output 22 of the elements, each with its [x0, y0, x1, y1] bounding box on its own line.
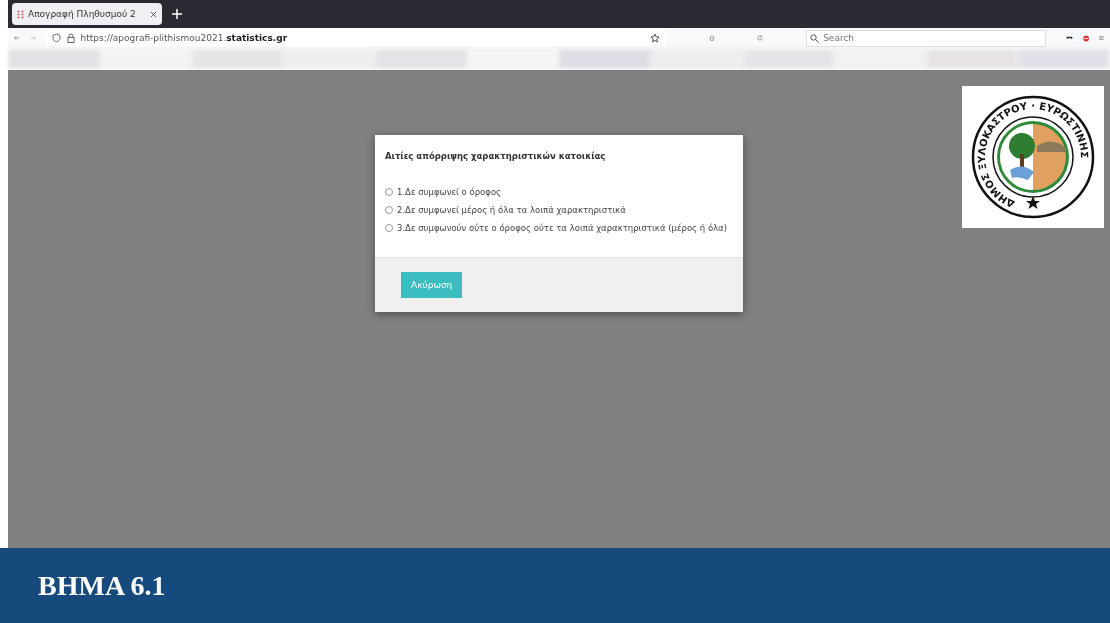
browser-tab[interactable]: Απογραφή Πληθυσμού 2 [12, 3, 162, 25]
address-bar[interactable]: https://apografi-plithismou2021.statistics.gr [45, 29, 666, 47]
option-label[interactable]: 3.Δε συμφωνούν ούτε ο όροφος ούτε τα λοιπά χαρακτηριστικά (μέρος ή όλα) [397, 219, 728, 237]
new-tab-icon[interactable] [170, 7, 184, 21]
grid-icon [17, 9, 24, 19]
star-icon[interactable] [649, 33, 660, 43]
dialog-title: Αιτίες απόρριψης χαρακτηριστικών κατοικίας [385, 151, 607, 161]
forward-icon[interactable] [29, 34, 36, 42]
mask-icon[interactable] [1066, 35, 1074, 41]
url-text: https://apografi-plithismou2021.statistics.gr [80, 33, 288, 43]
menu-icon[interactable] [1099, 34, 1104, 42]
back-icon[interactable] [14, 34, 20, 42]
reload-icon[interactable] [757, 33, 764, 43]
shield-icon [51, 33, 61, 43]
home-icon[interactable] [708, 33, 715, 43]
search-field[interactable]: Search [806, 29, 1047, 47]
step-title: ΒΗΜΑ 6.1 [38, 569, 166, 602]
option-label[interactable]: 1.Δε συμφωνεί ο όροφος [397, 183, 502, 201]
close-icon[interactable] [150, 10, 157, 18]
search-icon [810, 33, 820, 43]
option-label[interactable]: 2.Δε συμφωνεί μέρος ή όλα τα λοιπά χαρακτηριστικά [397, 201, 626, 219]
lock-icon [66, 33, 75, 43]
